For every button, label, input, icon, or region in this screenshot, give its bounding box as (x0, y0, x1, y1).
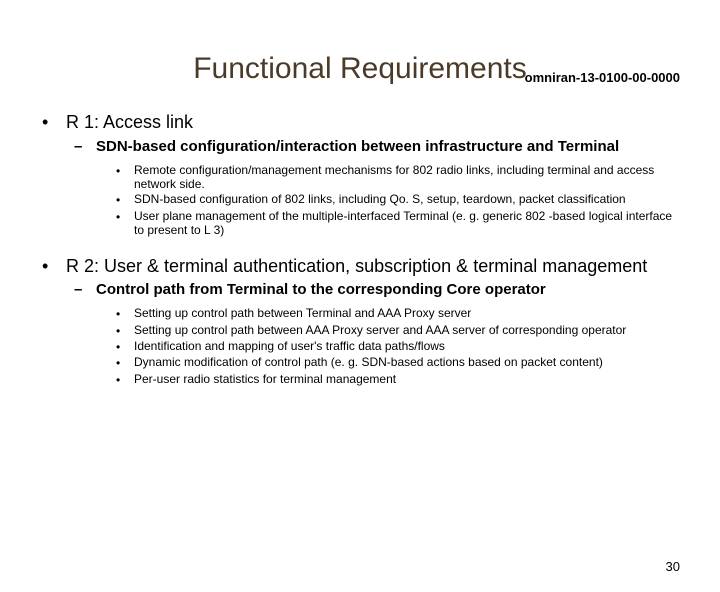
list-item: • Identification and mapping of user's t… (116, 339, 680, 354)
list-item: • Per-user radio statistics for terminal… (116, 372, 680, 387)
bullet-dash: – (74, 281, 96, 299)
list-item: • Dynamic modification of control path (… (116, 355, 680, 370)
section-heading: • R 1: Access link (40, 112, 680, 134)
bullet-dot: • (116, 339, 134, 354)
bullet-dot: • (116, 163, 134, 192)
bullet-dot: • (40, 112, 66, 134)
bullet-dot: • (116, 192, 134, 207)
list-item-text: SDN-based configuration of 802 links, in… (134, 192, 626, 207)
bullet-dot: • (116, 209, 134, 238)
list-item-text: Setting up control path between AAA Prox… (134, 323, 626, 338)
subsection-heading-text: SDN-based configuration/interaction betw… (96, 138, 619, 156)
section-heading-text: R 1: Access link (66, 112, 193, 134)
list-item-text: User plane management of the multiple-in… (134, 209, 680, 238)
list-item-text: Per-user radio statistics for terminal m… (134, 372, 396, 387)
section-heading-text: R 2: User & terminal authentication, sub… (66, 256, 647, 278)
list-item-text: Identification and mapping of user's tra… (134, 339, 445, 354)
list-item: • Remote configuration/management mechan… (116, 163, 680, 192)
document-id: omniran-13-0100-00-0000 (525, 70, 680, 85)
list-item-text: Setting up control path between Terminal… (134, 306, 471, 321)
section-heading: • R 2: User & terminal authentication, s… (40, 256, 680, 278)
slide-content: • R 1: Access link – SDN-based configura… (0, 112, 720, 387)
bullet-dot: • (40, 256, 66, 278)
list-item: • Setting up control path between Termin… (116, 306, 680, 321)
list-item-text: Dynamic modification of control path (e.… (134, 355, 603, 370)
page-number: 30 (666, 559, 680, 574)
bullet-dash: – (74, 138, 96, 156)
list-item: • User plane management of the multiple-… (116, 209, 680, 238)
bullet-dot: • (116, 372, 134, 387)
subsection-heading-text: Control path from Terminal to the corres… (96, 281, 546, 299)
bullet-dot: • (116, 355, 134, 370)
subsection-heading: – SDN-based configuration/interaction be… (74, 138, 680, 156)
list-item-text: Remote configuration/management mechanis… (134, 163, 680, 192)
bullet-dot: • (116, 306, 134, 321)
bullet-dot: • (116, 323, 134, 338)
list-item: • Setting up control path between AAA Pr… (116, 323, 680, 338)
list-item: • SDN-based configuration of 802 links, … (116, 192, 680, 207)
subsection-heading: – Control path from Terminal to the corr… (74, 281, 680, 299)
